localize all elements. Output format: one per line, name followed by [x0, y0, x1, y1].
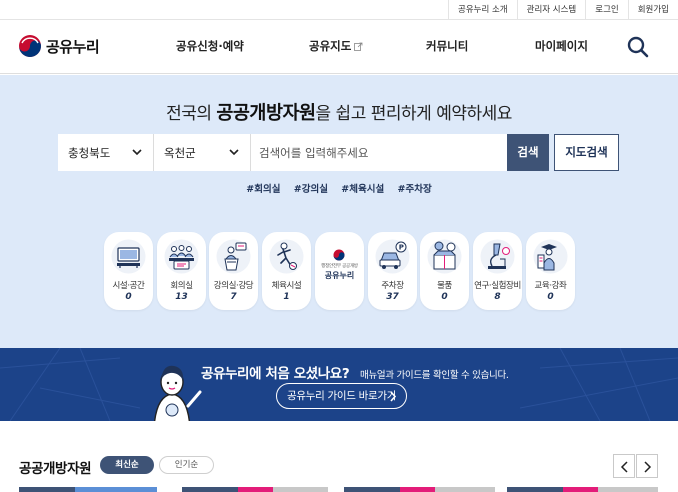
lecture-room-icon — [216, 239, 251, 274]
category-count: 7 — [230, 292, 237, 302]
chevron-right-icon — [390, 391, 397, 402]
svg-text:P: P — [399, 244, 404, 252]
category-education[interactable]: 교육·강좌 0 — [526, 232, 575, 310]
facility-icon — [111, 239, 146, 274]
resource-section-title: 공공개방자원 — [19, 461, 92, 477]
tag-meeting-room[interactable]: #회의실 — [246, 184, 280, 195]
map-search-button[interactable]: 지도검색 — [554, 134, 619, 171]
search-icon[interactable] — [626, 35, 650, 59]
tag-parking[interactable]: #주차장 — [398, 184, 432, 195]
badge-small-text: 행정안전부 공공개방 — [321, 264, 358, 269]
tag-sports[interactable]: #체육시설 — [341, 184, 384, 195]
category-count: 13 — [175, 292, 188, 302]
guide-question: 공유누리에 처음 오셨나요? — [201, 366, 350, 382]
category-count: 1 — [283, 292, 290, 302]
guide-banner: 공유누리에 처음 오셨나요? 매뉴얼과 가이드를 확인할 수 있습니다. 공유누… — [0, 348, 678, 421]
category-parking[interactable]: P 주차장 37 — [368, 232, 417, 310]
guide-link-button[interactable]: 공유누리 가이드 바로가기 — [276, 383, 407, 409]
chevron-down-icon — [132, 149, 142, 156]
category-count: 8 — [494, 292, 501, 302]
hero-title-pre: 전국의 — [166, 104, 217, 124]
card-preview-strip — [563, 487, 598, 492]
nav-community[interactable]: 커뮤니티 — [426, 38, 468, 54]
card-preview-strip — [598, 487, 658, 492]
about-link[interactable]: 공유누리 소개 — [448, 0, 517, 20]
guide-mascot-icon — [153, 365, 202, 421]
category-goods[interactable]: 물품 0 — [420, 232, 469, 310]
category-label: 시설·공간 — [112, 281, 145, 291]
district-select-value: 옥천군 — [164, 146, 196, 160]
chevron-left-icon — [620, 461, 628, 473]
login-link[interactable]: 로그인 — [585, 0, 627, 20]
region-select-value: 충청북도 — [68, 146, 111, 160]
education-icon — [533, 239, 568, 274]
lab-equipment-icon — [480, 239, 515, 274]
guide-link-label: 공유누리 가이드 바로가기 — [287, 390, 397, 402]
next-button[interactable] — [636, 454, 658, 478]
category-lecture-room[interactable]: 강의실·강당 7 — [209, 232, 258, 310]
category-label: 주차장 — [381, 281, 404, 291]
card-preview-strip — [435, 487, 495, 492]
category-count: 0 — [125, 292, 132, 302]
chevron-right-icon — [644, 461, 652, 473]
category-label: 물품 — [437, 281, 452, 291]
search-input[interactable]: 검색어를 입력해주세요 — [251, 134, 507, 171]
sort-latest-tab[interactable]: 최신순 — [100, 456, 154, 474]
category-count: 37 — [386, 292, 399, 302]
prev-button[interactable] — [613, 454, 635, 478]
utility-bar: 공유누리 소개 관리자 시스템 로그인 회원가입 — [0, 0, 678, 20]
resource-section: 공공개방자원 최신순 인기순 — [0, 421, 678, 492]
district-select[interactable]: 옥천군 — [154, 134, 251, 171]
card-preview-strip — [273, 487, 328, 492]
category-meeting-room[interactable]: 회의실 13 — [157, 232, 206, 310]
nav-share-map[interactable]: 공유지도 — [309, 38, 363, 54]
category-label: 강의실·강당 — [213, 281, 254, 291]
nav-share-map-label: 공유지도 — [309, 39, 352, 53]
card-preview-strip — [182, 487, 238, 492]
shared-nuri-badge[interactable]: 행정안전부 공공개방 공유누리 — [315, 232, 364, 310]
search-button[interactable]: 검색 — [507, 134, 549, 171]
badge-text: 행정안전부 공공개방 공유누리 — [315, 247, 364, 281]
hero-title: 전국의 공공개방자원을 쉽고 편리하게 예약하세요 — [0, 99, 678, 125]
hero-title-post: 을 쉽고 편리하게 예약하세요 — [315, 104, 513, 124]
region-select[interactable]: 충청북도 — [58, 134, 154, 171]
card-preview-strip — [19, 487, 75, 492]
nav-mypage[interactable]: 마이페이지 — [535, 38, 588, 54]
utility-links: 공유누리 소개 관리자 시스템 로그인 회원가입 — [448, 0, 678, 20]
meeting-room-icon — [164, 239, 199, 274]
card-preview-strip — [75, 487, 157, 492]
card-preview-strip — [507, 487, 563, 492]
category-lab-equipment[interactable]: 연구·실험장비 8 — [473, 232, 522, 310]
hero-title-bold: 공공개방자원 — [216, 103, 316, 124]
card-preview-strip — [238, 487, 273, 492]
admin-system-link[interactable]: 관리자 시스템 — [516, 0, 586, 20]
sports-icon — [269, 239, 304, 274]
tag-lecture-room[interactable]: #강의실 — [294, 184, 328, 195]
category-label: 회의실 — [170, 281, 193, 291]
category-facility[interactable]: 시설·공간 0 — [104, 232, 153, 310]
category-count: 0 — [547, 292, 554, 302]
guide-description: 매뉴얼과 가이드를 확인할 수 있습니다. — [360, 370, 509, 381]
category-sports[interactable]: 체육시설 1 — [262, 232, 311, 310]
card-preview-strip — [344, 487, 400, 492]
category-label: 교육·강좌 — [534, 281, 567, 291]
category-label: 체육시설 — [271, 281, 302, 291]
badge-big-text: 공유누리 — [324, 271, 355, 280]
goods-icon — [427, 239, 462, 274]
signup-link[interactable]: 회원가입 — [627, 0, 678, 20]
parking-icon: P — [375, 239, 410, 274]
hero-section: 전국의 공공개방자원을 쉽고 편리하게 예약하세요 충청북도 옥천군 검색어를 … — [0, 75, 678, 348]
category-count: 0 — [441, 292, 448, 302]
search-placeholder: 검색어를 입력해주세요 — [259, 146, 369, 160]
card-preview-strip — [400, 487, 435, 492]
nav-apply-reserve[interactable]: 공유신청·예약 — [176, 38, 244, 54]
category-label: 연구·실험장비 — [474, 281, 521, 291]
chevron-down-icon — [229, 149, 239, 156]
sort-popular-tab[interactable]: 인기순 — [159, 456, 214, 474]
external-link-icon — [354, 42, 363, 51]
search-bar: 충청북도 옥천군 검색어를 입력해주세요 검색 — [58, 134, 549, 171]
main-nav: 공유신청·예약 공유지도 커뮤니티 마이페이지 — [0, 20, 678, 74]
hashtag-list: #회의실 #강의실 #체육시설 #주차장 — [0, 181, 678, 195]
header: 공유누리 공유신청·예약 공유지도 커뮤니티 마이페이지 — [0, 20, 678, 74]
